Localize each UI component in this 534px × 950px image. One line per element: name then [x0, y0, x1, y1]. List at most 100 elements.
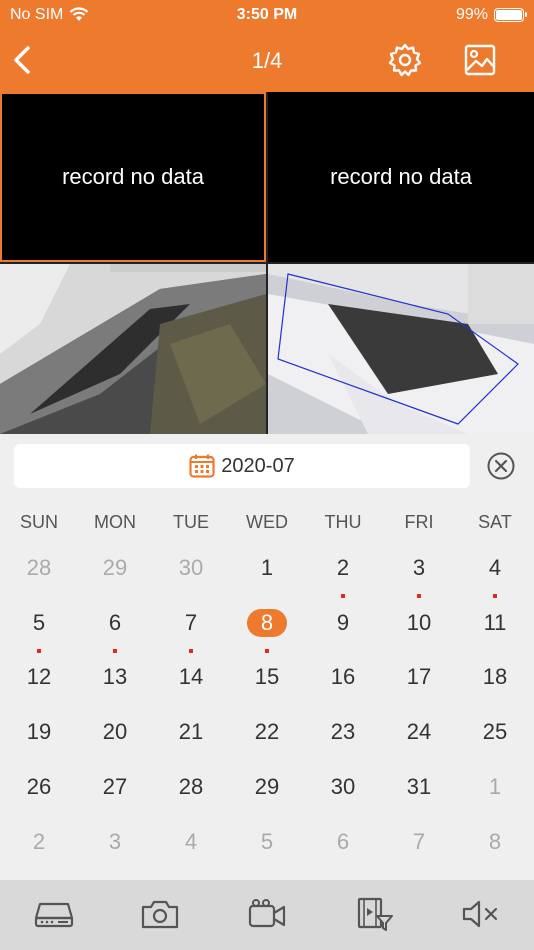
calendar-day[interactable]: 9 [305, 609, 381, 663]
day-number: 15 [254, 664, 280, 690]
calendar-day[interactable]: 22 [229, 718, 305, 772]
calendar-day[interactable]: 3 [77, 828, 153, 882]
close-circle-icon[interactable] [486, 451, 516, 481]
calendar-icon [189, 454, 215, 478]
calendar-day[interactable]: 27 [77, 773, 153, 827]
nvr-device-icon[interactable] [34, 896, 74, 932]
calendar-day[interactable]: 13 [77, 663, 153, 717]
day-number: 14 [178, 664, 204, 690]
recording-indicator-dot [37, 648, 41, 653]
day-number: 29 [102, 555, 128, 580]
calendar-day[interactable]: 8 [457, 828, 533, 882]
weekday-label: THU [324, 512, 362, 532]
calendar-day[interactable]: 5 [1, 609, 77, 663]
calendar-day[interactable]: 4 [153, 828, 229, 882]
day-number: 10 [406, 609, 432, 635]
calendar-day[interactable]: 10 [381, 609, 457, 663]
day-number: 19 [26, 719, 52, 745]
day-number: 3 [108, 828, 122, 854]
month-label: 2020-07 [221, 454, 295, 477]
day-number: 28 [178, 773, 204, 799]
calendar-day[interactable]: 17 [381, 663, 457, 717]
calendar-day[interactable]: 11 [457, 609, 533, 663]
day-number: 25 [482, 719, 508, 745]
recording-indicator-dot [265, 648, 269, 653]
weekday-label: SAT [478, 512, 512, 532]
gear-icon[interactable] [387, 42, 423, 78]
video-grid: record no data record no data [0, 92, 534, 434]
day-number: 7 [184, 609, 198, 635]
day-number: 20 [102, 719, 128, 745]
calendar-day[interactable]: 3 [381, 554, 457, 608]
mute-icon[interactable] [460, 896, 500, 932]
status-right: 99% [456, 6, 527, 24]
image-gallery-icon[interactable] [462, 42, 498, 78]
calendar-day[interactable]: 19 [1, 718, 77, 772]
calendar-day[interactable]: 4 [457, 554, 533, 608]
camera-snapshot-icon[interactable] [140, 896, 180, 932]
day-number: 29 [254, 773, 280, 799]
recording-indicator-dot [189, 648, 193, 653]
video-record-icon[interactable] [247, 896, 287, 932]
day-number: 16 [330, 664, 356, 690]
recording-indicator-dot [341, 594, 345, 598]
weekday-label: FRI [404, 512, 434, 532]
calendar-day[interactable]: 29 [229, 773, 305, 827]
calendar-panel: 2020-07 SUN MON TUE WED THU FRI SAT 28 29 30 1 2 3 4… [0, 434, 534, 880]
day-number: 8 [247, 608, 287, 637]
calendar-day[interactable]: 5 [229, 828, 305, 882]
calendar-day[interactable]: 12 [1, 663, 77, 717]
camera-feed-image [0, 264, 266, 434]
day-number: 30 [178, 555, 204, 580]
calendar-day[interactable]: 6 [77, 609, 153, 663]
calendar-day[interactable]: 24 [381, 718, 457, 772]
day-number: 11 [483, 609, 507, 635]
day-number: 28 [26, 555, 52, 580]
day-number: 3 [412, 555, 426, 580]
video-cell-3[interactable] [0, 264, 266, 434]
weekday-label: WED [246, 512, 288, 532]
calendar-day[interactable]: 18 [457, 663, 533, 717]
day-number: 1 [260, 555, 274, 580]
video-filter-icon[interactable] [355, 896, 395, 932]
calendar-day[interactable]: 16 [305, 663, 381, 717]
day-number: 7 [412, 828, 426, 854]
calendar-day[interactable]: 2 [1, 828, 77, 882]
calendar-day[interactable]: 21 [153, 718, 229, 772]
calendar-day[interactable]: 6 [305, 828, 381, 882]
video-cell-4[interactable] [268, 264, 534, 434]
day-number: 12 [26, 664, 52, 690]
calendar-day[interactable]: 26 [1, 773, 77, 827]
weekday-label: TUE [173, 512, 209, 532]
calendar-day[interactable]: 1 [457, 773, 533, 827]
no-data-label: record no data [62, 164, 204, 189]
calendar-day[interactable]: 23 [305, 718, 381, 772]
calendar-day[interactable]: 15 [229, 663, 305, 717]
day-number: 6 [108, 609, 122, 635]
calendar-day[interactable]: 29 [77, 554, 153, 608]
day-number: 13 [102, 664, 128, 690]
calendar-day[interactable]: 30 [305, 773, 381, 827]
recording-indicator-dot [417, 594, 421, 598]
calendar-day[interactable]: 14 [153, 663, 229, 717]
day-number: 8 [488, 828, 502, 854]
calendar-day[interactable]: 1 [229, 554, 305, 608]
month-selector[interactable]: 2020-07 [14, 444, 470, 488]
calendar-day[interactable]: 28 [1, 554, 77, 608]
calendar-day[interactable]: 31 [381, 773, 457, 827]
day-number: 31 [406, 773, 432, 799]
calendar-day[interactable]: 2 [305, 554, 381, 608]
status-bar: No SIM 3:50 PM 99% [0, 0, 534, 30]
video-cell-2[interactable]: record no data [268, 92, 534, 262]
battery-icon [494, 8, 527, 22]
weekday-label: MON [94, 512, 136, 532]
calendar-day[interactable]: 7 [381, 828, 457, 882]
day-number: 17 [406, 664, 432, 690]
calendar-day[interactable]: 8 [229, 608, 305, 663]
calendar-day[interactable]: 25 [457, 718, 533, 772]
calendar-day[interactable]: 30 [153, 554, 229, 608]
calendar-day[interactable]: 28 [153, 773, 229, 827]
video-cell-1[interactable]: record no data [0, 92, 266, 262]
calendar-day[interactable]: 20 [77, 718, 153, 772]
calendar-day[interactable]: 7 [153, 609, 229, 663]
